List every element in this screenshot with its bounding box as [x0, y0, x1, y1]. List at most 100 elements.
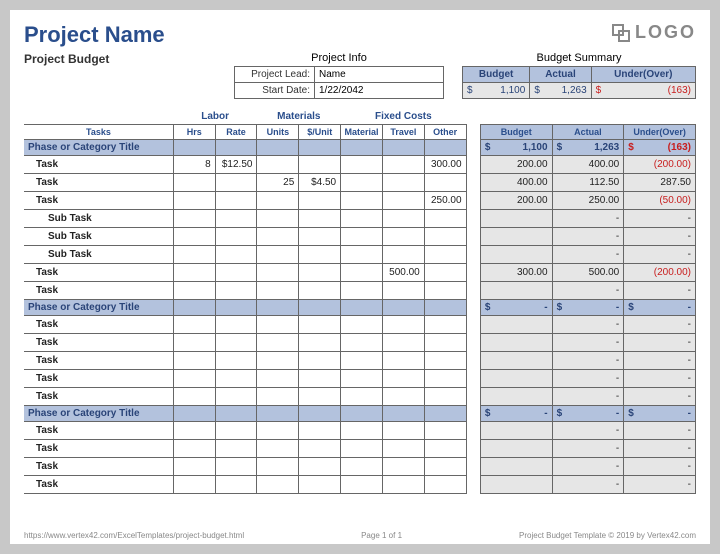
col-budget: Budget	[480, 125, 552, 140]
cell	[341, 156, 383, 174]
cell	[257, 334, 299, 352]
cell	[424, 174, 466, 192]
cell	[382, 210, 424, 228]
cell	[215, 458, 257, 476]
cell: -	[552, 228, 624, 246]
cell	[215, 174, 257, 192]
cell	[480, 352, 552, 370]
cell	[299, 458, 341, 476]
cell	[299, 282, 341, 300]
cell: -	[552, 210, 624, 228]
cell	[215, 476, 257, 494]
cell: (200.00)	[624, 156, 696, 174]
footer-left: https://www.vertex42.com/ExcelTemplates/…	[24, 531, 244, 540]
footer: https://www.vertex42.com/ExcelTemplates/…	[24, 531, 696, 540]
cell	[424, 334, 466, 352]
cell: -	[552, 246, 624, 264]
cell: -	[624, 458, 696, 476]
cell: -	[624, 334, 696, 352]
table-row: Task - -	[24, 458, 696, 476]
cell	[173, 422, 215, 440]
col-units: Units	[257, 125, 299, 140]
table-row: Task 500.00 300.00 500.00 (200.00)	[24, 264, 696, 282]
cell	[341, 422, 383, 440]
cell	[299, 192, 341, 210]
group-materials: Materials	[257, 109, 341, 125]
project-info-box: Project Lead: Name Start Date: 1/22/2042	[234, 66, 444, 99]
cell	[299, 316, 341, 334]
cell: -	[624, 370, 696, 388]
cell: $-	[552, 406, 624, 422]
cell	[480, 440, 552, 458]
cell: $(163)	[624, 140, 696, 156]
summary-table: Budget Actual Under(Over) $1,100 $1,263 …	[462, 66, 696, 99]
table-row: Task - -	[24, 370, 696, 388]
cell	[299, 352, 341, 370]
cell	[215, 282, 257, 300]
table-row: Task - -	[24, 422, 696, 440]
cell	[424, 370, 466, 388]
cell	[299, 370, 341, 388]
cell	[382, 156, 424, 174]
cell	[382, 352, 424, 370]
cell: -	[624, 282, 696, 300]
cell	[299, 388, 341, 406]
cell	[480, 334, 552, 352]
cell	[341, 228, 383, 246]
cell	[424, 282, 466, 300]
summary-col-budget: Budget	[463, 67, 530, 83]
summary-budget: $1,100	[463, 83, 530, 99]
cell	[215, 440, 257, 458]
cell	[382, 246, 424, 264]
cell	[341, 316, 383, 334]
cell: 250.00	[424, 192, 466, 210]
cell	[341, 476, 383, 494]
cell: -	[552, 352, 624, 370]
cell: (50.00)	[624, 192, 696, 210]
cell	[257, 228, 299, 246]
table-row: Task - -	[24, 352, 696, 370]
col-travel: Travel	[382, 125, 424, 140]
col-under: Under(Over)	[624, 125, 696, 140]
table-row: Task 25$4.50 400.00 112.50 287.50	[24, 174, 696, 192]
cell: 300.00	[424, 156, 466, 174]
cell	[424, 228, 466, 246]
cell	[299, 264, 341, 282]
cell: 200.00	[480, 192, 552, 210]
cell	[341, 282, 383, 300]
col-other: Other	[424, 125, 466, 140]
cell: $1,100	[480, 140, 552, 156]
cell	[341, 388, 383, 406]
cell	[173, 192, 215, 210]
cell	[424, 440, 466, 458]
cell: -	[552, 458, 624, 476]
cell	[480, 316, 552, 334]
cell: 400.00	[552, 156, 624, 174]
col-rate: Rate	[215, 125, 257, 140]
cell	[173, 210, 215, 228]
cell	[382, 334, 424, 352]
cell: $1,263	[552, 140, 624, 156]
cell: $-	[624, 406, 696, 422]
cell: -	[552, 370, 624, 388]
group-labor: Labor	[173, 109, 257, 125]
summary-heading: Budget Summary	[462, 52, 696, 64]
cell: 287.50	[624, 174, 696, 192]
table-row: Task 8$12.50 300.00 200.00 400.00 (200.0…	[24, 156, 696, 174]
cell	[215, 228, 257, 246]
cell	[424, 246, 466, 264]
cell: -	[552, 440, 624, 458]
cell	[215, 388, 257, 406]
summary-actual: $1,263	[530, 83, 591, 99]
table-row: Task - -	[24, 476, 696, 494]
cell: -	[624, 476, 696, 494]
cell	[257, 388, 299, 406]
cell: 200.00	[480, 156, 552, 174]
col-tasks: Tasks	[24, 125, 173, 140]
cell	[341, 210, 383, 228]
cell	[257, 352, 299, 370]
cell: $-	[480, 406, 552, 422]
col-material: Material	[341, 125, 383, 140]
summary-under: $(163)	[591, 83, 695, 99]
cell	[480, 476, 552, 494]
